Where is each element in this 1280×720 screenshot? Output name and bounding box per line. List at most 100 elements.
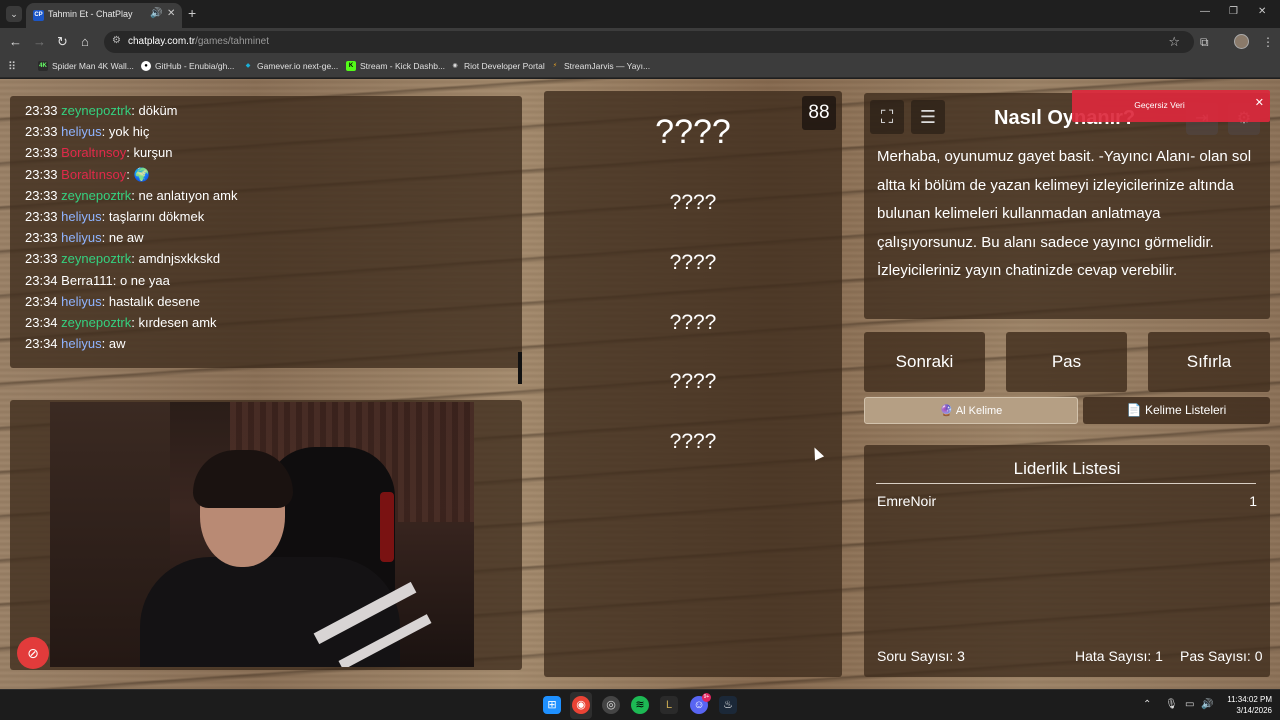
forward-arrow-icon[interactable]: →: [33, 34, 46, 50]
network-icon[interactable]: ▭: [1185, 699, 1194, 710]
chat-message-text: : taşlarını dökmek: [101, 208, 205, 224]
game-page: 23:33 zeynepoztrk: döküm 23:33 heliyus: y…: [0, 79, 1280, 689]
pass-button[interactable]: Pas: [1006, 332, 1127, 392]
bookmark-spiderman[interactable]: 4K Spider Man 4K Wall...: [38, 61, 134, 71]
chat-username[interactable]: zeynepoztrk: [61, 251, 131, 266]
word-lists-button[interactable]: 📄 Kelime Listeleri: [1083, 397, 1270, 424]
chat-message-text: : ne anlatıyon amk: [131, 187, 238, 203]
chat-message-time: 23:33: [25, 251, 58, 267]
get-word-button[interactable]: 🔮 Al Kelime: [864, 397, 1078, 424]
chat-message-time: 23:33: [25, 208, 58, 224]
chat-message-text: : ne aw: [101, 230, 144, 246]
new-tab-plus-icon[interactable]: +: [188, 5, 196, 21]
chrome-icon[interactable]: ◉: [572, 696, 590, 714]
chat-message-time: 23:33: [25, 145, 58, 161]
chat-username[interactable]: zeynepoztrk: [61, 315, 131, 330]
kick-icon: K: [346, 61, 356, 71]
chat-username[interactable]: zeynepoztrk: [61, 188, 131, 203]
fullscreen-icon[interactable]: ⛶: [870, 100, 904, 134]
restore-icon[interactable]: ❐: [1229, 6, 1238, 17]
target-word: ????: [655, 113, 731, 151]
apps-grid-icon[interactable]: ⠿: [8, 60, 16, 73]
chat-username[interactable]: Boraltınsoy: [61, 145, 126, 160]
error-toast[interactable]: Geçersiz Veri ✕: [1072, 90, 1270, 122]
question-count: Soru Sayısı: 3: [877, 648, 965, 664]
bookmark-label: GitHub - Enubia/gh...: [155, 61, 235, 71]
chat-scrollbar[interactable]: [518, 352, 522, 384]
tab-close-icon[interactable]: ✕: [167, 8, 175, 19]
riot-icon: ◉: [452, 63, 458, 69]
microphone-icon[interactable]: 🎙: [1165, 699, 1178, 710]
tab-title: Tahmin Et - ChatPlay: [48, 9, 133, 19]
leaderboard-panel: Liderlik Listesi EmreNoir 1 Soru Sayısı:…: [864, 445, 1270, 677]
bookmark-gamever[interactable]: ◆ Gamever.io next-ge...: [243, 61, 339, 71]
bookmark-riot[interactable]: ◉ Riot Developer Portal: [450, 61, 544, 71]
leaderboard-player-score: 1: [1249, 493, 1257, 509]
bookmark-4k-icon: 4K: [38, 61, 48, 71]
windows-taskbar: ⊞ ◉ ◎ ≋ L ☺ 9+ ♨ ⌃ 🎙 ▭ 🔊 11:34:02 PM 3/1…: [0, 689, 1280, 720]
bookmark-streamjarvis[interactable]: ⚡ StreamJarvis — Yayı...: [550, 61, 650, 71]
chat-message-time: 23:34: [25, 272, 58, 288]
chair-accent: [380, 492, 394, 562]
tab-search-chevron-icon[interactable]: ⌄: [6, 6, 22, 22]
reload-icon[interactable]: ↻: [57, 34, 68, 50]
chat-username[interactable]: heliyus: [61, 336, 101, 351]
word-lists-label: Kelime Listeleri: [1144, 403, 1227, 417]
bookmark-kick[interactable]: K Stream - Kick Dashb...: [346, 61, 445, 71]
url-host: chatplay.com.tr: [128, 36, 196, 47]
chat-message-time: 23:34: [25, 314, 58, 330]
browser-tab[interactable]: CP Tahmin Et - ChatPlay 🔊 ✕: [26, 3, 182, 28]
chat-message: 23:33 zeynepoztrk: döküm: [25, 100, 505, 121]
windows-start-icon[interactable]: ⊞: [543, 696, 561, 714]
chat-message-text: : döküm: [131, 103, 178, 118]
chat-username[interactable]: heliyus: [61, 294, 101, 309]
back-arrow-icon[interactable]: ←: [9, 34, 22, 50]
chat-username[interactable]: zeynepoztrk: [61, 103, 131, 118]
volume-icon[interactable]: 🔊: [1201, 699, 1213, 710]
url-text: chatplay.com.tr/games/tahminet: [128, 36, 269, 47]
profile-avatar[interactable]: [1234, 34, 1249, 49]
browser-toolbar: ← → ↻ ⌂ ⚙ chatplay.com.tr/games/tahminet…: [0, 28, 1280, 56]
steam-icon[interactable]: ♨: [719, 696, 737, 714]
chat-message-text: : aw: [101, 336, 126, 352]
chat-username[interactable]: heliyus: [61, 209, 101, 224]
window-close-icon[interactable]: ✕: [1258, 6, 1266, 17]
spotify-icon[interactable]: ≋: [631, 696, 649, 714]
browser-tab-bar: ⌄ CP Tahmin Et - ChatPlay 🔊 ✕ + — ❐ ✕: [0, 0, 1280, 28]
chat-message-text: : hastalık desene: [101, 293, 200, 309]
chat-message-time: 23:33: [25, 103, 58, 118]
discord-notification-badge: 9+: [702, 693, 711, 702]
chat-panel[interactable]: 23:33 zeynepoztrk: döküm 23:33 heliyus: y…: [10, 96, 522, 384]
minimize-icon[interactable]: —: [1200, 6, 1210, 17]
toast-close-icon[interactable]: ✕: [1255, 96, 1264, 109]
reset-button[interactable]: Sıfırla: [1148, 332, 1270, 392]
chat-message-time: 23:33: [25, 166, 58, 182]
chat-username[interactable]: Boraltınsoy: [61, 167, 126, 182]
chat-message-time: 23:33: [25, 124, 58, 140]
tab-audio-icon[interactable]: 🔊: [150, 8, 162, 19]
extensions-icon[interactable]: ⧉: [1200, 35, 1209, 50]
bookmark-github[interactable]: ● GitHub - Enubia/gh...: [141, 61, 234, 71]
bookmark-star-icon[interactable]: ☆: [1168, 34, 1180, 50]
site-info-icon[interactable]: ⚙: [112, 35, 121, 46]
system-clock[interactable]: 11:34:02 PM 3/14/2026: [1222, 694, 1272, 716]
league-of-legends-icon[interactable]: L: [660, 696, 678, 714]
chat-message-text: : kırdesen amk: [131, 314, 217, 330]
chat-username[interactable]: heliyus: [61, 124, 101, 139]
chrome-canary-icon[interactable]: ◎: [602, 696, 620, 714]
how-to-play-text: Merhaba, oyunumuz gayet basit. -Yayıncı …: [877, 148, 1252, 279]
address-bar[interactable]: ⚙ chatplay.com.tr/games/tahminet ☆: [104, 31, 1194, 53]
record-stop-button[interactable]: ⊘: [17, 637, 49, 669]
notes-icon[interactable]: ☰: [911, 100, 945, 134]
chatplay-favicon-icon: CP: [33, 10, 44, 21]
chat-message-list: 23:33 zeynepoztrk: döküm 23:33 heliyus: y…: [25, 100, 505, 354]
next-button[interactable]: Sonraki: [864, 332, 985, 392]
chat-message: 23:33 zeynepoztrk: ne anlatıyon amk: [25, 185, 505, 206]
chat-message-text: : amdnjsxkkskd: [131, 251, 221, 267]
tray-chevron-icon[interactable]: ⌃: [1143, 699, 1151, 710]
browser-menu-icon[interactable]: ⋮: [1262, 35, 1274, 49]
chat-username[interactable]: heliyus: [61, 230, 101, 245]
webcam-video: [50, 402, 474, 667]
home-icon[interactable]: ⌂: [81, 34, 89, 50]
chat-username[interactable]: Berra111: [61, 273, 113, 288]
